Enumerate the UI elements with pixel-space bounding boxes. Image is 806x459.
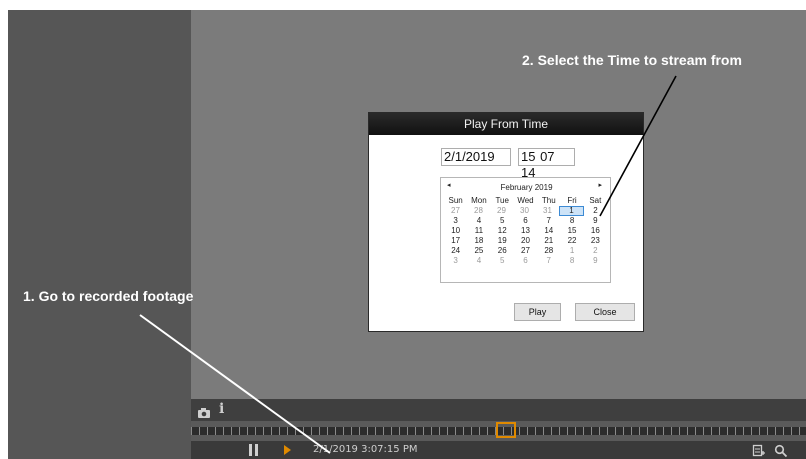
calendar-day[interactable]: 7 bbox=[537, 216, 560, 226]
time-field[interactable]: 15 07 14 bbox=[518, 148, 575, 180]
export-icon[interactable] bbox=[752, 443, 766, 457]
calendar-day[interactable]: 23 bbox=[584, 236, 607, 246]
calendar-week-row: 3456789 bbox=[444, 216, 607, 226]
calendar-day-selected[interactable]: 1 bbox=[559, 206, 584, 216]
calendar-day[interactable]: 2 bbox=[584, 246, 607, 256]
calendar-day[interactable]: 4 bbox=[467, 256, 490, 266]
calendar-day[interactable]: 30 bbox=[513, 206, 536, 216]
info-icon[interactable]: i bbox=[219, 401, 224, 417]
calendar-day[interactable]: 28 bbox=[537, 246, 560, 256]
calendar-day[interactable]: 4 bbox=[467, 216, 490, 226]
calendar-day[interactable]: 27 bbox=[514, 246, 537, 256]
calendar-day[interactable]: 9 bbox=[584, 256, 607, 266]
calendar-day[interactable]: 21 bbox=[537, 236, 560, 246]
calendar-grid: Sun Mon Tue Wed Thu Fri Sat 27 28 29 30 31 1 2… bbox=[444, 196, 607, 266]
calendar-day[interactable]: 15 bbox=[560, 226, 583, 236]
calendar-day[interactable]: 25 bbox=[467, 246, 490, 256]
calendar-day[interactable]: 22 bbox=[560, 236, 583, 246]
calendar-day[interactable]: 3 bbox=[444, 216, 467, 226]
play-icon[interactable] bbox=[284, 445, 291, 455]
weekday-label: Fri bbox=[567, 196, 577, 205]
calendar-day[interactable]: 12 bbox=[491, 226, 514, 236]
calendar-day[interactable]: 13 bbox=[514, 226, 537, 236]
calendar-day[interactable]: 29 bbox=[490, 206, 513, 216]
dialog-title: Play From Time bbox=[369, 113, 643, 135]
weekday-label: Tue bbox=[495, 196, 509, 205]
chevron-right-icon[interactable]: ▸ bbox=[598, 181, 602, 189]
calendar-day[interactable]: 7 bbox=[537, 256, 560, 266]
weekday-label: Wed bbox=[517, 196, 534, 205]
annotation-step2: 2. Select the Time to stream from bbox=[522, 52, 742, 68]
calendar-day[interactable]: 11 bbox=[467, 226, 490, 236]
calendar-day[interactable]: 18 bbox=[467, 236, 490, 246]
calendar-week-row: 24 25 26 27 28 1 2 bbox=[444, 246, 607, 256]
calendar-day[interactable]: 31 bbox=[536, 206, 559, 216]
calendar-day[interactable]: 9 bbox=[584, 216, 607, 226]
calendar-weeks: 27 28 29 30 31 1 2 3 4 5 6 7 8 9 10 11 12 13 14 15 16 17 18 19 2… bbox=[444, 206, 607, 266]
calendar-day[interactable]: 1 bbox=[560, 246, 583, 256]
calendar-month-label: February 2019 bbox=[500, 183, 553, 192]
calendar-day[interactable]: 3 bbox=[444, 256, 467, 266]
calendar-week-row: 10 11 12 13 14 15 16 bbox=[444, 226, 607, 236]
play-button[interactable]: Play bbox=[514, 303, 561, 321]
playback-controls: 2/1/2019 3:07:15 PM bbox=[191, 441, 806, 459]
calendar-week-row: 3456789 bbox=[444, 256, 607, 266]
calendar-day[interactable]: 6 bbox=[514, 256, 537, 266]
weekday-label: Sun bbox=[448, 196, 463, 205]
calendar-day[interactable]: 6 bbox=[514, 216, 537, 226]
calendar-week-row: 17 18 19 20 21 22 23 bbox=[444, 236, 607, 246]
calendar-day[interactable]: 17 bbox=[444, 236, 467, 246]
calendar-day[interactable]: 27 bbox=[444, 206, 467, 216]
calendar-day[interactable]: 16 bbox=[584, 226, 607, 236]
playback-timestamp: 2/1/2019 3:07:15 PM bbox=[313, 444, 418, 455]
calendar-day[interactable]: 10 bbox=[444, 226, 467, 236]
calendar-day[interactable]: 24 bbox=[444, 246, 467, 256]
camera-icon[interactable] bbox=[197, 404, 211, 418]
zoom-icon[interactable] bbox=[774, 443, 788, 458]
calendar-day[interactable]: 28 bbox=[467, 206, 490, 216]
calendar-day[interactable]: 20 bbox=[514, 236, 537, 246]
calendar-day[interactable]: 5 bbox=[491, 256, 514, 266]
timeline-bar[interactable] bbox=[191, 421, 806, 441]
close-button[interactable]: Close bbox=[575, 303, 635, 321]
weekday-label: Mon bbox=[471, 196, 487, 205]
video-toolbar: i bbox=[191, 399, 806, 421]
pause-icon[interactable] bbox=[249, 444, 259, 456]
timeline-playhead[interactable] bbox=[496, 422, 516, 438]
calendar-day[interactable]: 8 bbox=[560, 256, 583, 266]
calendar-day[interactable]: 2 bbox=[584, 206, 607, 216]
calendar-day[interactable]: 26 bbox=[491, 246, 514, 256]
calendar: ◂ February 2019 ▸ Sun Mon Tue Wed Thu Fr… bbox=[440, 177, 611, 283]
calendar-week-row: 27 28 29 30 31 1 2 bbox=[444, 206, 607, 216]
app-screen: i 2/1/2019 3:07:15 PM 1. Go to recorded … bbox=[0, 0, 806, 459]
date-field[interactable]: 2/1/2019 bbox=[441, 148, 511, 166]
calendar-day[interactable]: 5 bbox=[491, 216, 514, 226]
calendar-day[interactable]: 8 bbox=[560, 216, 583, 226]
weekday-label: Thu bbox=[541, 196, 556, 205]
calendar-weekday-row: Sun Mon Tue Wed Thu Fri Sat bbox=[444, 196, 607, 206]
calendar-day[interactable]: 14 bbox=[537, 226, 560, 236]
play-from-time-dialog: Play From Time 2/1/2019 15 07 14 ◂ Febru… bbox=[369, 113, 643, 331]
left-panel bbox=[8, 10, 191, 459]
calendar-day[interactable]: 19 bbox=[491, 236, 514, 246]
weekday-label: Sat bbox=[589, 196, 602, 205]
annotation-step1: 1. Go to recorded footage bbox=[23, 288, 194, 304]
